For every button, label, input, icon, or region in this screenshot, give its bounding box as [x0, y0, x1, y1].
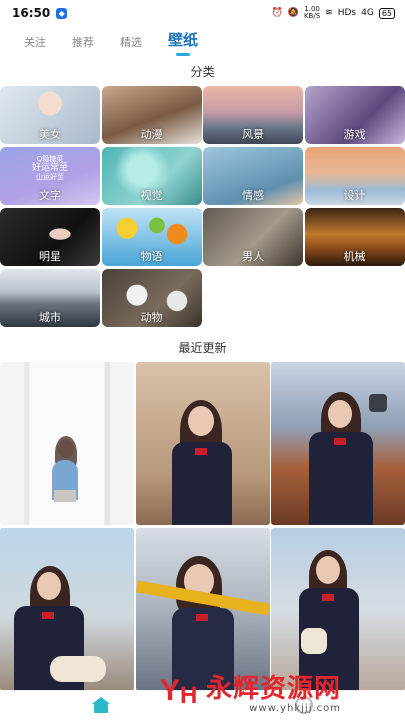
category-label: 物语 [140, 250, 163, 263]
recent-photo[interactable] [271, 528, 405, 691]
category-label: 风景 [242, 128, 264, 141]
category-label: 美女 [39, 128, 61, 141]
category-label: 视觉 [140, 189, 163, 202]
notification-icon: ◆ [56, 7, 68, 19]
network-label: HDs [337, 8, 357, 18]
category-machine[interactable]: 机械 [304, 208, 405, 266]
recent-photo[interactable] [271, 362, 405, 525]
recent-photo[interactable] [135, 528, 270, 691]
wallpaper-page: 16:50 ◆ ⏰ 🔕 1.00 KB/S ≋ HDs 4G 65 关注 推荐 … [0, 0, 405, 720]
category-scenery[interactable]: 风景 [203, 86, 303, 144]
category-label: 机械 [343, 250, 366, 263]
home-icon[interactable] [92, 697, 111, 713]
category-design[interactable]: 设计 [304, 147, 405, 205]
watermark-text: 永辉资源网 www.yhkjjj.com [206, 675, 341, 714]
category-emotion[interactable]: 情感 [203, 147, 303, 205]
recent-photo[interactable] [135, 362, 270, 525]
tab-featured[interactable]: 精选 [120, 34, 142, 56]
watermark: YH 永辉资源网 www.yhkjjj.com [160, 672, 405, 716]
category-game[interactable]: 游戏 [304, 86, 405, 144]
tab-follow[interactable]: 关注 [24, 34, 46, 56]
category-star[interactable]: 明星 [0, 208, 100, 266]
category-label: 动物 [140, 311, 163, 324]
status-time: 16:50 [12, 6, 51, 20]
category-label: 明星 [39, 250, 61, 263]
recent-title: 最近更新 [178, 341, 227, 355]
watermark-title: 永辉资源网 [206, 673, 342, 704]
status-indicators: ⏰ 🔕 1.00 KB/S ≋ HDs 4G 65 [272, 6, 395, 20]
status-bar: 16:50 ◆ ⏰ 🔕 1.00 KB/S ≋ HDs 4G 65 [0, 0, 405, 26]
signal-label: 4G [361, 8, 374, 18]
category-anime[interactable]: 动漫 [101, 86, 202, 144]
wifi-icon: ≋ [325, 8, 333, 18]
category-beauty[interactable]: 美女 [0, 86, 100, 144]
network-speed: 1.00 KB/S [304, 6, 320, 20]
tab-wallpaper[interactable]: 壁纸 [168, 29, 198, 56]
category-label: 男人 [242, 250, 264, 263]
recent-photo-grid [0, 362, 405, 691]
top-tabs: 关注 推荐 精选 壁纸 [0, 26, 405, 56]
recent-photo[interactable] [0, 362, 134, 525]
category-men[interactable]: 男人 [203, 208, 303, 266]
category-label: 文字 [39, 189, 61, 202]
category-label: 动漫 [140, 128, 163, 141]
category-visual[interactable]: 视觉 [101, 147, 202, 205]
text-tile-line: 好运常至 [31, 163, 68, 173]
text-tile-lines: Q隐糖菜 好运常至 山运好至 [0, 155, 100, 182]
category-story[interactable]: 物语 [101, 208, 202, 266]
tab-recommend[interactable]: 推荐 [72, 34, 94, 56]
category-city[interactable]: 城市 [0, 269, 100, 327]
battery-indicator: 65 [378, 7, 395, 19]
category-label: 城市 [39, 311, 61, 324]
recent-photo[interactable] [0, 528, 134, 691]
categories-title: 分类 [190, 65, 215, 79]
alarm-icon: ⏰ [271, 8, 283, 18]
watermark-url: www.yhkjjj.com [249, 702, 342, 714]
network-speed-unit: KB/S [303, 12, 321, 20]
category-label: 情感 [242, 189, 264, 202]
category-text[interactable]: Q隐糖菜 好运常至 山运好至 文字 [0, 147, 100, 205]
text-tile-line: 山运好至 [36, 173, 64, 181]
category-label: 游戏 [343, 128, 366, 141]
category-grid: 美女 动漫 风景 游戏 Q隐糖菜 好运常至 山运好至 文字 视觉 情感 设计 明… [0, 86, 405, 327]
category-label: 设计 [343, 189, 366, 202]
watermark-logo-icon: YH [160, 674, 198, 709]
mute-icon: 🔕 [287, 8, 299, 18]
category-animal[interactable]: 动物 [101, 269, 202, 327]
